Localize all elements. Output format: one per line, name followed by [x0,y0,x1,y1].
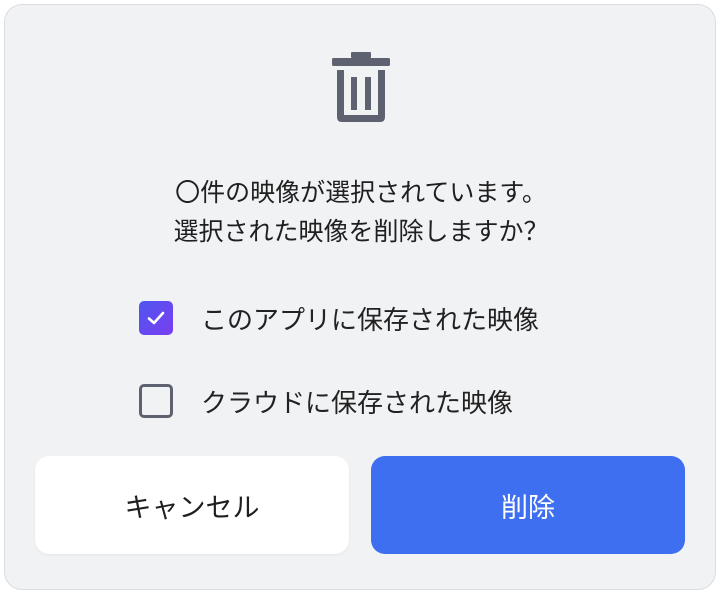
trash-icon [332,52,390,122]
dialog-message: 〇件の映像が選択されています。 選択された映像を削除しますか？ [5,173,717,251]
delete-button[interactable]: 削除 [371,456,685,554]
checkmark-icon [147,311,165,325]
local-videos-checkbox[interactable] [139,301,173,335]
cloud-videos-checkbox[interactable] [139,384,173,418]
trash-icon-container [5,49,717,129]
message-line-1: 〇件の映像が選択されています。 [175,178,547,207]
cancel-button[interactable]: キャンセル [35,456,349,554]
delete-confirm-dialog: 〇件の映像が選択されています。 選択された映像を削除しますか？ このアプリに保存… [4,4,716,590]
cloud-videos-label: クラウドに保存された映像 [201,388,514,419]
local-videos-label: このアプリに保存された映像 [201,305,540,336]
option-cloud-videos[interactable]: クラウドに保存された映像 [139,381,513,421]
option-local-videos[interactable]: このアプリに保存された映像 [139,298,539,338]
message-line-2: 選択された映像を削除しますか？ [173,217,549,246]
